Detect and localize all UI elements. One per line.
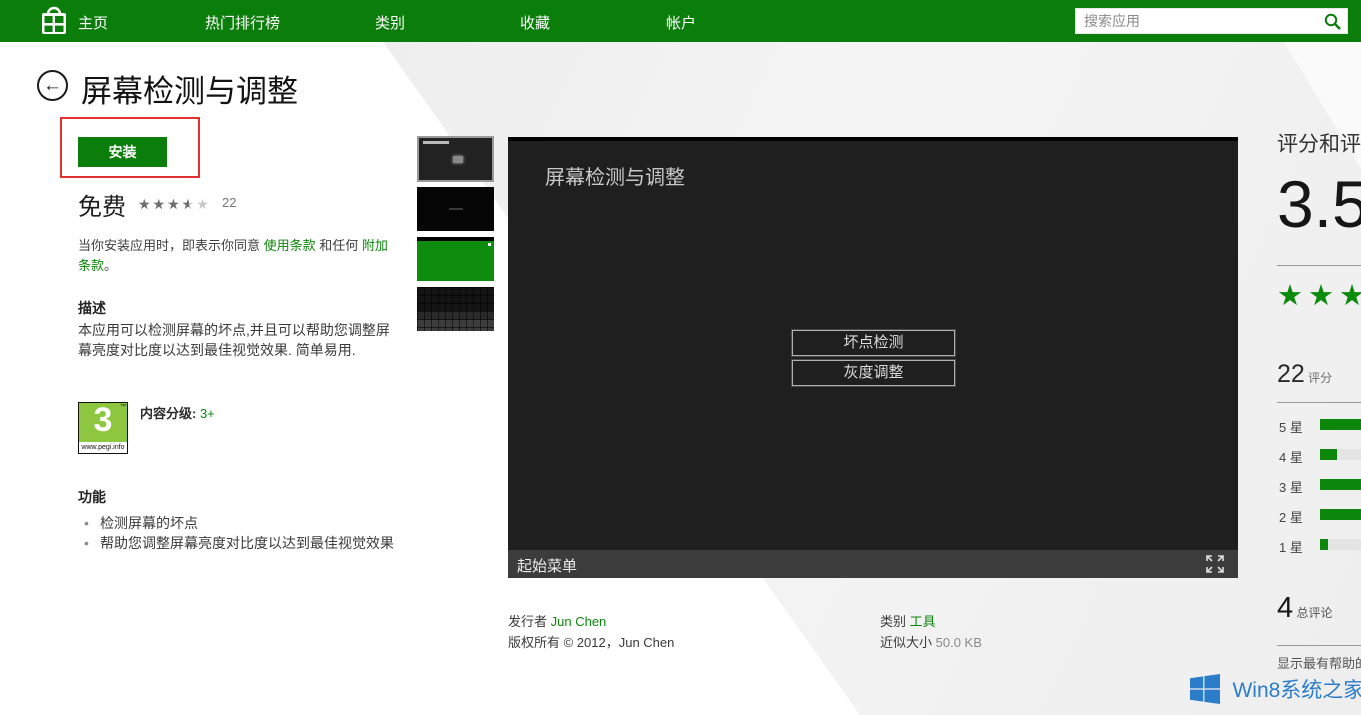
divider — [1277, 265, 1361, 266]
copyright-text: 版权所有 © 2012，Jun Chen — [508, 632, 674, 653]
screenshot-thumbnail-2[interactable] — [417, 187, 494, 231]
nav-item-favorites[interactable]: 收藏 — [520, 12, 550, 33]
preview-bottom-bar: 起始菜单 — [508, 550, 1238, 578]
screenshot-thumbnail-4[interactable] — [417, 287, 494, 331]
app-star-rating: ★★★★★ ★★★★★ — [138, 196, 211, 213]
feature-item: 帮助您调整屏幕亮度对比度以达到最佳视觉效果 — [78, 533, 398, 553]
nav-item-account[interactable]: 帐户 — [666, 12, 696, 33]
rating-bar-fill — [1320, 509, 1361, 520]
search-icon[interactable] — [1323, 12, 1342, 31]
features-heading: 功能 — [78, 487, 398, 507]
ratings-count-label: 评分 — [1305, 371, 1332, 385]
windows-logo-icon — [1190, 674, 1220, 704]
stars-filled: ★★★★★ — [138, 196, 189, 213]
divider — [1277, 402, 1361, 403]
rating-bar-row-5: 5 星 — [1277, 415, 1361, 445]
watermark-text: Win8系统之家 — [1232, 674, 1361, 704]
terms-mid: 和任何 — [316, 238, 362, 253]
thumb2-dash — [449, 208, 463, 210]
page-title: 屏幕检测与调整 — [81, 66, 298, 111]
search-box[interactable] — [1075, 8, 1348, 34]
preview-grayscale-button: 灰度调整 — [792, 360, 955, 386]
rating-bar-track — [1320, 539, 1361, 550]
install-button[interactable]: 安装 — [78, 137, 167, 167]
pegi-3-badge: 3 ™ www.pegi.info — [78, 402, 128, 454]
preview-bottom-label: 起始菜单 — [517, 555, 577, 576]
thumb1-mini-title — [423, 141, 449, 144]
price-label: 免费 — [78, 187, 126, 222]
preview-app-title: 屏幕检测与调整 — [545, 161, 685, 190]
rating-bar-row-2: 2 星 — [1277, 505, 1361, 535]
divider — [1277, 645, 1361, 646]
pegi-url: www.pegi.info — [79, 442, 127, 453]
category-label: 类别 — [880, 614, 910, 629]
terms-of-use-link[interactable]: 使用条款 — [264, 238, 316, 253]
nav-item-topcharts[interactable]: 热门排行榜 — [205, 12, 280, 33]
ratings-count-value: 22 — [1277, 360, 1305, 388]
reviews-count-label: 总评论 — [1293, 606, 1332, 620]
rating-bar-row-1: 1 星 — [1277, 535, 1361, 565]
content-rating-value: 3+ — [200, 406, 215, 421]
description-section: 描述 本应用可以检测屏幕的坏点,并且可以帮助您调整屏幕亮度对比度以达到最佳视觉效… — [78, 298, 390, 360]
terms-pre: 当你安装应用时，即表示你同意 — [78, 238, 264, 253]
store-bag-icon[interactable] — [38, 5, 70, 37]
rating-bar-track — [1320, 479, 1361, 490]
size-label: 近似大小 — [880, 635, 936, 650]
thumb3-dot — [488, 243, 491, 246]
features-section: 功能 检测屏幕的坏点 帮助您调整屏幕亮度对比度以达到最佳视觉效果 — [78, 487, 398, 553]
ratings-sidebar: 评分和评论 3.5 ★★★★ 22 评分 5 星 4 星 3 星 2 星 1 星… — [1277, 120, 1361, 715]
rating-bar-track — [1320, 449, 1361, 460]
rating-bar-row-3: 3 星 — [1277, 475, 1361, 505]
screenshot-thumbnail-1-selected[interactable] — [417, 136, 494, 182]
size-value: 50.0 KB — [936, 635, 982, 650]
category-block: 类别 工具 近似大小 50.0 KB — [880, 611, 982, 653]
reviews-count-value: 4 — [1277, 592, 1293, 624]
rating-bar-label: 1 星 — [1279, 537, 1303, 556]
publisher-link[interactable]: Jun Chen — [551, 614, 607, 629]
screenshot-thumbnail-3[interactable] — [417, 237, 494, 281]
nav-item-home[interactable]: 主页 — [78, 12, 108, 33]
average-stars: ★★★★ — [1277, 278, 1361, 313]
category-link[interactable]: 工具 — [910, 614, 936, 629]
reviews-count-row: 4 总评论 — [1277, 592, 1332, 625]
rating-count: 22 — [222, 195, 236, 210]
pegi-tm-mark: ™ — [120, 404, 126, 410]
rating-bar-label: 2 星 — [1279, 507, 1303, 526]
helpful-sort-label: 显示最有帮助的评论 — [1277, 653, 1361, 672]
description-body: 本应用可以检测屏幕的坏点,并且可以帮助您调整屏幕亮度对比度以达到最佳视觉效果. … — [78, 320, 390, 360]
rating-bar-fill — [1320, 479, 1361, 490]
terms-post: 。 — [104, 258, 117, 273]
thumb1-mini-buttons — [453, 156, 463, 163]
rating-bar-label: 4 星 — [1279, 447, 1303, 466]
feature-item: 检测屏幕的坏点 — [78, 513, 398, 533]
rating-bar-label: 5 星 — [1279, 417, 1303, 436]
nav-item-categories[interactable]: 类别 — [375, 12, 405, 33]
rating-bar-fill — [1320, 539, 1328, 550]
rating-bar-label: 3 星 — [1279, 477, 1303, 496]
publisher-label: 发行者 — [508, 614, 551, 629]
preview-deadpixel-button: 坏点检测 — [792, 330, 955, 356]
rating-bar-row-4: 4 星 — [1277, 445, 1361, 475]
back-button[interactable]: ← — [37, 70, 68, 101]
content-rating-row: 内容分级: 3+ — [140, 403, 215, 422]
content-rating-label: 内容分级: — [140, 406, 200, 421]
description-heading: 描述 — [78, 298, 390, 318]
terms-text: 当你安装应用时，即表示你同意 使用条款 和任何 附加条款。 — [78, 236, 398, 276]
rating-bar-fill — [1320, 449, 1337, 460]
top-nav-bar: 主页 热门排行榜 类别 收藏 帐户 — [0, 0, 1361, 42]
rating-bar-fill — [1320, 419, 1361, 430]
ratings-heading: 评分和评论 — [1277, 128, 1361, 158]
search-input[interactable] — [1084, 10, 1314, 32]
thumb3-top-strip — [417, 237, 494, 241]
rating-bar-track — [1320, 509, 1361, 520]
rating-bar-track — [1320, 419, 1361, 430]
ratings-count-row: 22 评分 — [1277, 360, 1332, 389]
publisher-block: 发行者 Jun Chen 版权所有 © 2012，Jun Chen — [508, 611, 674, 653]
fullscreen-expand-icon[interactable] — [1206, 555, 1224, 573]
average-score: 3.5 — [1277, 166, 1361, 242]
screenshot-preview[interactable]: 屏幕检测与调整 坏点检测 灰度调整 起始菜单 — [508, 137, 1238, 578]
win8-watermark: Win8系统之家 — [1190, 674, 1361, 704]
